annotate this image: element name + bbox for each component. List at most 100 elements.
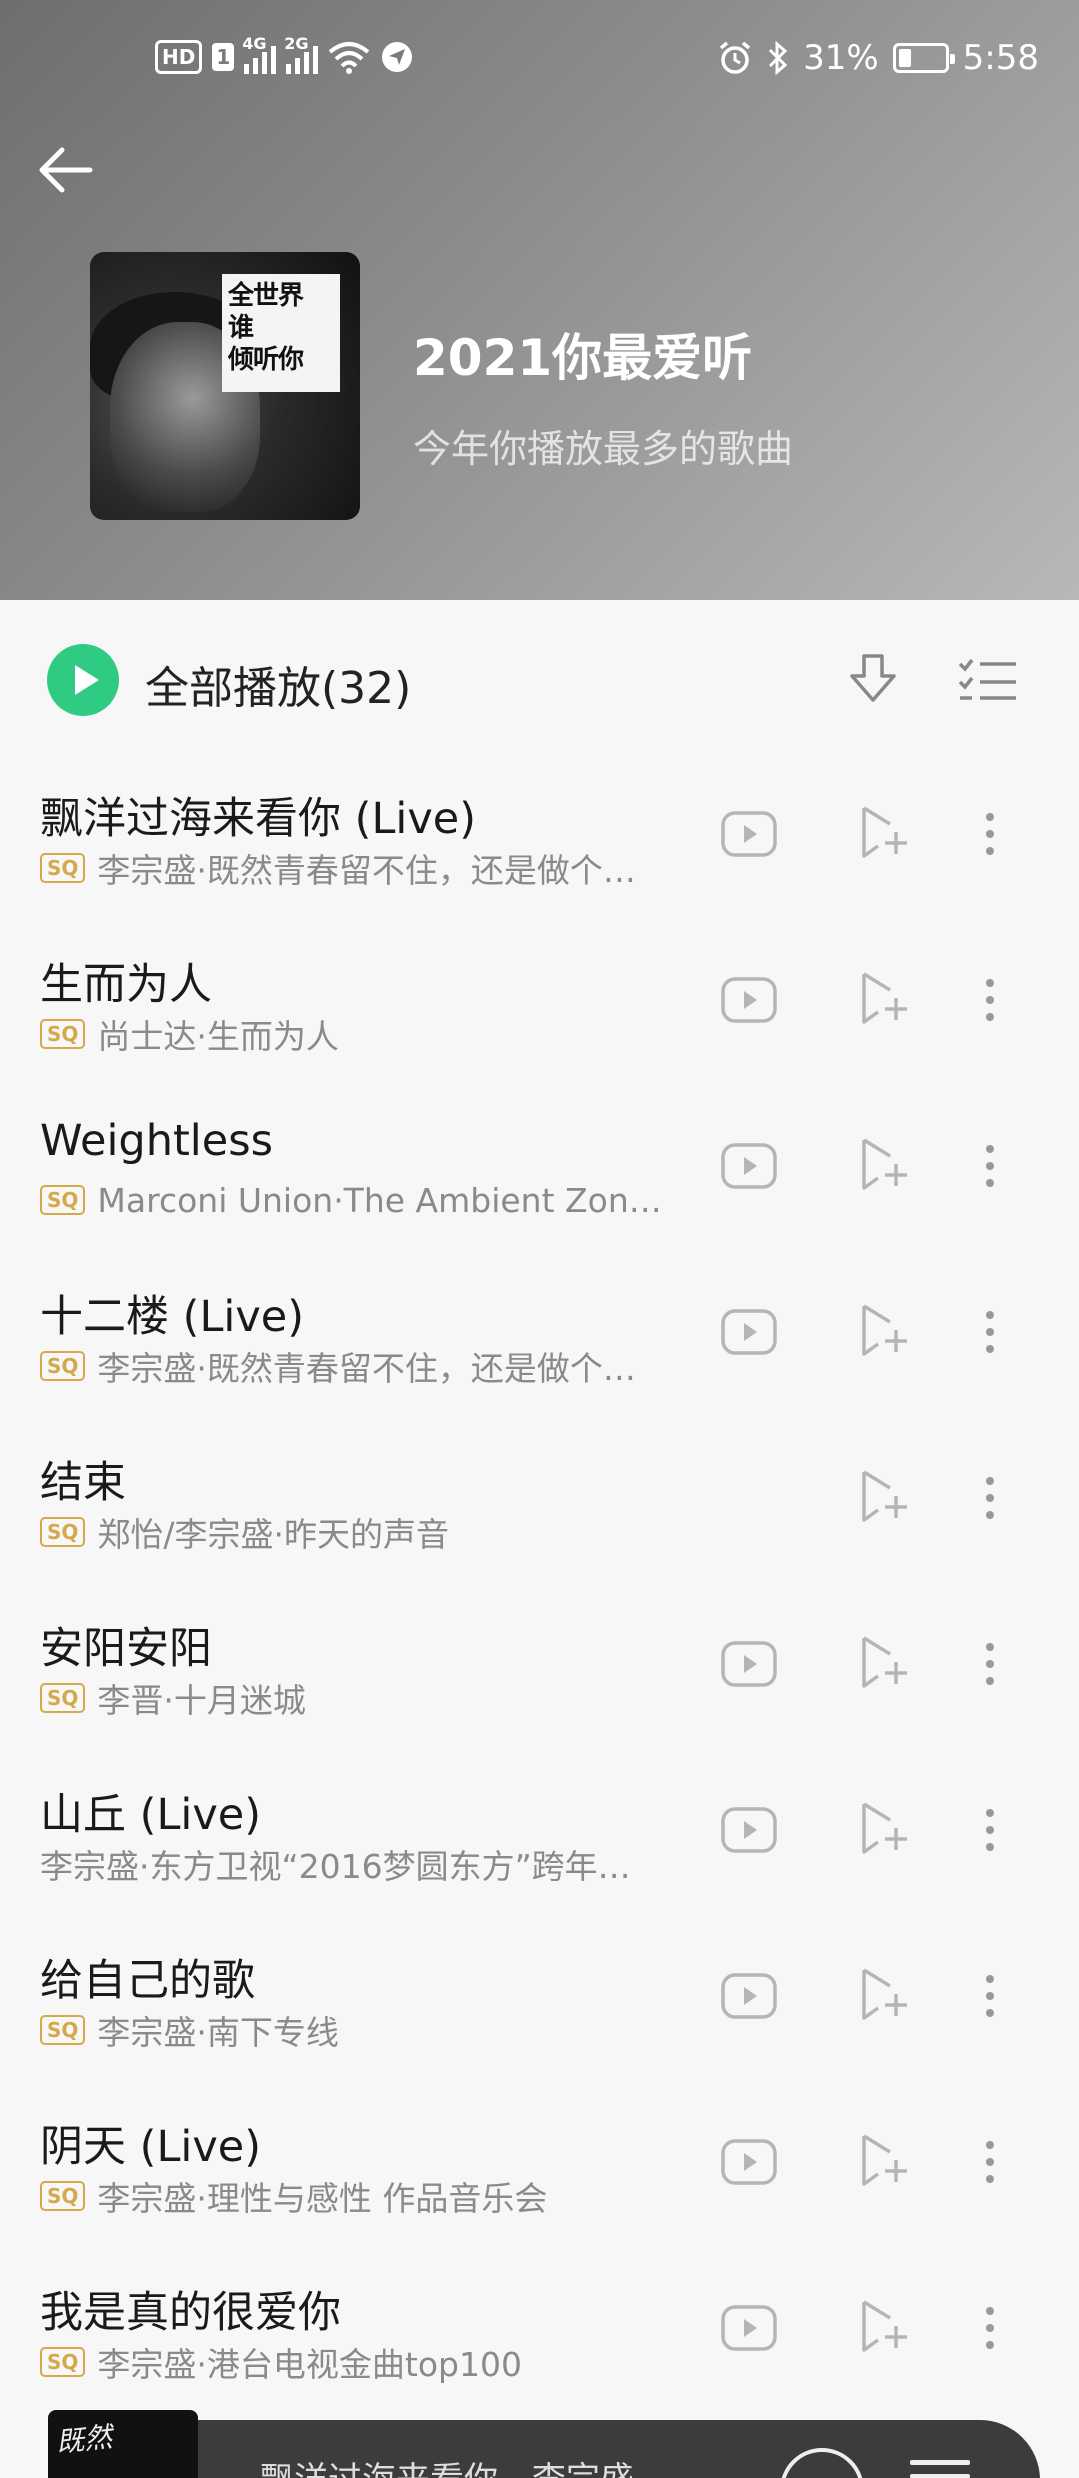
bluetooth-icon (769, 40, 788, 76)
sq-quality-badge: SQ (40, 853, 86, 883)
more-options-icon[interactable] (978, 1140, 1002, 1196)
play-all-button[interactable]: 全部播放(32) (145, 652, 411, 716)
cover-title-card: 全世界 谁 倾听你 (222, 274, 340, 392)
song-row[interactable]: Weightless SQ Marconi Union·The Ambient … (0, 1092, 1079, 1258)
status-left: HD 1 4G 2G (155, 34, 414, 74)
song-meta: SQ 李宗盛·既然青春留不住，还是做个… (40, 1344, 636, 1388)
more-options-icon[interactable] (978, 2136, 1002, 2192)
mv-play-icon[interactable] (720, 1308, 778, 1356)
add-to-queue-icon[interactable] (856, 1964, 910, 2024)
mv-play-icon[interactable] (720, 976, 778, 1024)
sq-quality-badge: SQ (40, 1019, 86, 1049)
sq-quality-badge: SQ (40, 2015, 86, 2045)
add-to-queue-icon[interactable] (856, 2296, 910, 2356)
mv-play-icon[interactable] (720, 1806, 778, 1854)
mv-play-icon[interactable] (720, 2138, 778, 2186)
add-to-queue-icon[interactable] (856, 1466, 910, 1526)
song-title: 飘洋过海来看你 (Live) (40, 794, 477, 844)
mv-play-icon[interactable] (720, 1640, 778, 1688)
song-meta: SQ 李晋·十月迷城 (40, 1676, 306, 1720)
song-artist-album: Marconi Union·The Ambient Zon… (97, 1180, 662, 1220)
cover-text-line: 全世界 (228, 281, 304, 311)
sq-quality-badge: SQ (40, 1185, 86, 1215)
song-row[interactable]: 给自己的歌 SQ 李宗盛·南下专线 (0, 1922, 1079, 2088)
song-artist-album: 李宗盛·港台电视金曲top100 (97, 2345, 522, 2384)
mini-player-title[interactable]: 飘洋过海来看你 - 李宗盛 (260, 2452, 634, 2478)
playlist-queue-icon[interactable] (910, 2460, 970, 2478)
play-all-icon[interactable] (47, 644, 119, 716)
song-meta: SQ 李宗盛·既然青春留不住，还是做个… (40, 846, 636, 890)
song-row[interactable]: 十二楼 (Live) SQ 李宗盛·既然青春留不住，还是做个… (0, 1258, 1079, 1424)
more-options-icon[interactable] (978, 1804, 1002, 1860)
playlist-title: 2021你最爱听 (413, 329, 753, 387)
app-root: HD 1 4G 2G 31% 5:58 全世界 谁 倾听你 2021你最爱听 今… (0, 0, 1079, 2478)
status-bar: HD 1 4G 2G 31% 5:58 (0, 30, 1079, 100)
add-to-queue-icon[interactable] (856, 1798, 910, 1858)
signal-type-label-2: 2G (284, 34, 309, 53)
download-icon[interactable] (846, 652, 900, 708)
song-artist-album: 李宗盛·既然青春留不住，还是做个… (97, 1349, 636, 1388)
song-title: 十二楼 (Live) (40, 1292, 305, 1342)
add-to-queue-icon[interactable] (856, 968, 910, 1028)
song-artist-album: 李宗盛·理性与感性 作品音乐会 (97, 2179, 548, 2218)
song-row[interactable]: 山丘 (Live) 李宗盛·东方卫视“2016梦圆东方”跨年… (0, 1756, 1079, 1922)
hd-indicator: HD (155, 40, 203, 74)
playlist-subtitle: 今年你播放最多的歌曲 (413, 427, 794, 471)
add-to-queue-icon[interactable] (856, 1134, 910, 1194)
cover-text-line: 谁 (228, 313, 254, 343)
mv-play-icon[interactable] (720, 2304, 778, 2352)
status-right: 31% 5:58 (717, 38, 1039, 78)
multi-select-icon[interactable] (958, 656, 1018, 704)
battery-percent: 31% (803, 38, 879, 78)
song-meta: 李宗盛·东方卫视“2016梦圆东方”跨年… (40, 1842, 631, 1886)
mv-play-icon[interactable] (720, 810, 778, 858)
song-meta: SQ 李宗盛·理性与感性 作品音乐会 (40, 2174, 547, 2218)
song-title: 阴天 (Live) (40, 2122, 262, 2172)
battery-icon (892, 43, 955, 73)
song-meta: SQ 李宗盛·南下专线 (40, 2008, 339, 2052)
song-meta: SQ 李宗盛·港台电视金曲top100 (40, 2340, 522, 2384)
song-title: 我是真的很爱你 (40, 2288, 341, 2338)
add-to-queue-icon[interactable] (856, 2130, 910, 2190)
more-options-icon[interactable] (978, 1970, 1002, 2026)
more-options-icon[interactable] (978, 1638, 1002, 1694)
signal-type-label: 4G (242, 34, 267, 53)
sq-quality-badge: SQ (40, 2347, 86, 2377)
more-options-icon[interactable] (978, 1472, 1002, 1528)
song-title: 安阳安阳 (40, 1624, 212, 1674)
mini-player-cover[interactable]: 既然 (48, 2410, 198, 2478)
cover-text-line: 倾听你 (228, 345, 304, 375)
more-options-icon[interactable] (978, 808, 1002, 864)
location-icon (382, 42, 413, 72)
alarm-icon (719, 41, 751, 74)
song-row[interactable]: 安阳安阳 SQ 李晋·十月迷城 (0, 1590, 1079, 1756)
song-title: Weightless (40, 1116, 274, 1166)
song-row[interactable]: 结束 SQ 郑怡/李宗盛·昨天的声音 (0, 1424, 1079, 1590)
mini-cover-art-text: 既然 (54, 2420, 114, 2459)
more-options-icon[interactable] (978, 1306, 1002, 1362)
clock: 5:58 (962, 38, 1039, 78)
song-row[interactable]: 生而为人 SQ 尚士达·生而为人 (0, 926, 1079, 1092)
song-artist-album: 李晋·十月迷城 (97, 1681, 306, 1720)
sq-quality-badge: SQ (40, 2181, 86, 2211)
mv-play-icon[interactable] (720, 1972, 778, 2020)
song-artist-album: 李宗盛·既然青春留不住，还是做个… (97, 851, 636, 890)
more-options-icon[interactable] (978, 2302, 1002, 2358)
song-meta: SQ Marconi Union·The Ambient Zon… (40, 1178, 662, 1222)
song-artist-album: 李宗盛·东方卫视“2016梦圆东方”跨年… (40, 1847, 631, 1886)
playlist-cover: 全世界 谁 倾听你 (90, 252, 360, 520)
sq-quality-badge: SQ (40, 1683, 86, 1713)
song-row[interactable]: 我是真的很爱你 SQ 李宗盛·港台电视金曲top100 (0, 2254, 1079, 2420)
add-to-queue-icon[interactable] (856, 1300, 910, 1360)
wifi-icon (328, 42, 370, 74)
song-row[interactable]: 阴天 (Live) SQ 李宗盛·理性与感性 作品音乐会 (0, 2088, 1079, 2254)
mv-play-icon[interactable] (720, 1142, 778, 1190)
back-arrow-icon[interactable] (34, 138, 98, 202)
more-options-icon[interactable] (978, 974, 1002, 1030)
add-to-queue-icon[interactable] (856, 802, 910, 862)
song-title: 生而为人 (40, 960, 212, 1010)
playlist-header: HD 1 4G 2G 31% 5:58 全世界 谁 倾听你 2021你最爱听 今… (0, 0, 1079, 600)
song-row[interactable]: 飘洋过海来看你 (Live) SQ 李宗盛·既然青春留不住，还是做个… (0, 760, 1079, 926)
add-to-queue-icon[interactable] (856, 1632, 910, 1692)
song-artist-album: 李宗盛·南下专线 (97, 2013, 339, 2052)
